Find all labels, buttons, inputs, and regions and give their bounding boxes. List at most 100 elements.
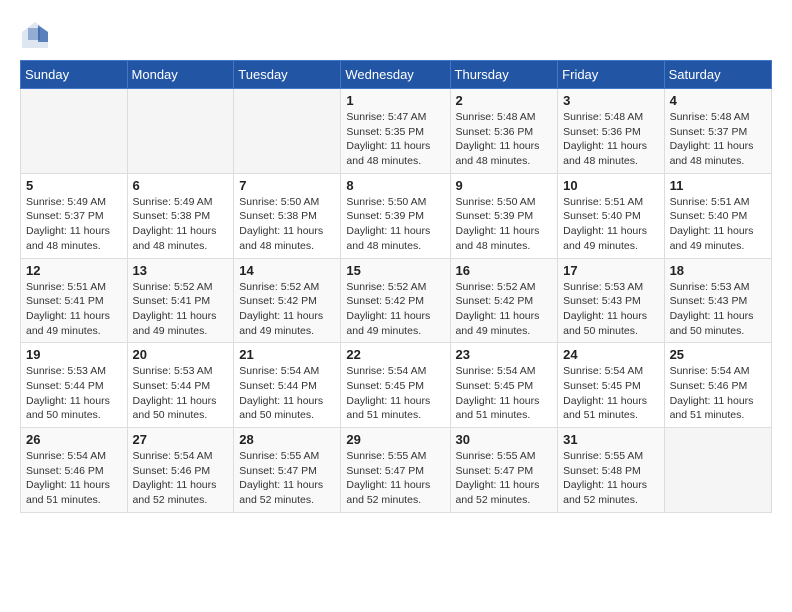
calendar-cell: 19 Sunrise: 5:53 AM Sunset: 5:44 PM Dayli… xyxy=(21,343,128,428)
day-info: Sunrise: 5:55 AM Sunset: 5:47 PM Dayligh… xyxy=(346,449,444,508)
calendar-cell: 7 Sunrise: 5:50 AM Sunset: 5:38 PM Daylig… xyxy=(234,173,341,258)
day-info: Sunrise: 5:52 AM Sunset: 5:42 PM Dayligh… xyxy=(239,280,335,339)
day-info: Sunrise: 5:48 AM Sunset: 5:36 PM Dayligh… xyxy=(456,110,553,169)
header-day-monday: Monday xyxy=(127,61,234,89)
day-number: 1 xyxy=(346,93,444,108)
day-number: 23 xyxy=(456,347,553,362)
day-info: Sunrise: 5:49 AM Sunset: 5:38 PM Dayligh… xyxy=(133,195,229,254)
calendar: SundayMondayTuesdayWednesdayThursdayFrid… xyxy=(20,60,772,513)
logo xyxy=(20,20,54,50)
calendar-cell: 27 Sunrise: 5:54 AM Sunset: 5:46 PM Dayli… xyxy=(127,428,234,513)
calendar-cell: 24 Sunrise: 5:54 AM Sunset: 5:45 PM Dayli… xyxy=(558,343,664,428)
day-info: Sunrise: 5:54 AM Sunset: 5:46 PM Dayligh… xyxy=(26,449,122,508)
header-day-wednesday: Wednesday xyxy=(341,61,450,89)
calendar-cell: 9 Sunrise: 5:50 AM Sunset: 5:39 PM Daylig… xyxy=(450,173,558,258)
day-number: 31 xyxy=(563,432,658,447)
calendar-cell xyxy=(234,89,341,174)
calendar-cell: 3 Sunrise: 5:48 AM Sunset: 5:36 PM Daylig… xyxy=(558,89,664,174)
day-number: 21 xyxy=(239,347,335,362)
day-number: 24 xyxy=(563,347,658,362)
day-number: 17 xyxy=(563,263,658,278)
day-info: Sunrise: 5:50 AM Sunset: 5:38 PM Dayligh… xyxy=(239,195,335,254)
header-day-sunday: Sunday xyxy=(21,61,128,89)
header-day-saturday: Saturday xyxy=(664,61,771,89)
calendar-cell: 11 Sunrise: 5:51 AM Sunset: 5:40 PM Dayli… xyxy=(664,173,771,258)
header xyxy=(20,20,772,50)
calendar-cell: 20 Sunrise: 5:53 AM Sunset: 5:44 PM Dayli… xyxy=(127,343,234,428)
day-number: 25 xyxy=(670,347,766,362)
calendar-cell: 15 Sunrise: 5:52 AM Sunset: 5:42 PM Dayli… xyxy=(341,258,450,343)
calendar-week-row: 5Sunrise: 5:49 AM Sunset: 5:37 PM Daylig… xyxy=(21,173,772,258)
calendar-cell: 16 Sunrise: 5:52 AM Sunset: 5:42 PM Dayli… xyxy=(450,258,558,343)
calendar-cell: 1 Sunrise: 5:47 AM Sunset: 5:35 PM Daylig… xyxy=(341,89,450,174)
day-number: 26 xyxy=(26,432,122,447)
calendar-cell: 10Sunrise: 5:51 AM Sunset: 5:40 PM Dayli… xyxy=(558,173,664,258)
calendar-cell: 12 Sunrise: 5:51 AM Sunset: 5:41 PM Dayli… xyxy=(21,258,128,343)
header-day-thursday: Thursday xyxy=(450,61,558,89)
calendar-cell: 26 Sunrise: 5:54 AM Sunset: 5:46 PM Dayli… xyxy=(21,428,128,513)
day-info: Sunrise: 5:48 AM Sunset: 5:37 PM Dayligh… xyxy=(670,110,766,169)
day-number: 22 xyxy=(346,347,444,362)
calendar-cell: 14 Sunrise: 5:52 AM Sunset: 5:42 PM Dayli… xyxy=(234,258,341,343)
day-info: Sunrise: 5:53 AM Sunset: 5:44 PM Dayligh… xyxy=(26,364,122,423)
day-info: Sunrise: 5:55 AM Sunset: 5:47 PM Dayligh… xyxy=(239,449,335,508)
day-info: Sunrise: 5:51 AM Sunset: 5:40 PM Dayligh… xyxy=(670,195,766,254)
calendar-cell: 6 Sunrise: 5:49 AM Sunset: 5:38 PM Daylig… xyxy=(127,173,234,258)
day-number: 7 xyxy=(239,178,335,193)
day-info: Sunrise: 5:54 AM Sunset: 5:45 PM Dayligh… xyxy=(346,364,444,423)
calendar-week-row: 1 Sunrise: 5:47 AM Sunset: 5:35 PM Daylig… xyxy=(21,89,772,174)
day-number: 4 xyxy=(670,93,766,108)
day-number: 11 xyxy=(670,178,766,193)
day-info: Sunrise: 5:52 AM Sunset: 5:42 PM Dayligh… xyxy=(456,280,553,339)
day-info: Sunrise: 5:52 AM Sunset: 5:41 PM Dayligh… xyxy=(133,280,229,339)
day-number: 29 xyxy=(346,432,444,447)
day-number: 20 xyxy=(133,347,229,362)
header-day-friday: Friday xyxy=(558,61,664,89)
day-info: Sunrise: 5:48 AM Sunset: 5:36 PM Dayligh… xyxy=(563,110,658,169)
day-number: 28 xyxy=(239,432,335,447)
day-number: 27 xyxy=(133,432,229,447)
day-info: Sunrise: 5:50 AM Sunset: 5:39 PM Dayligh… xyxy=(346,195,444,254)
day-info: Sunrise: 5:51 AM Sunset: 5:41 PM Dayligh… xyxy=(26,280,122,339)
day-info: Sunrise: 5:50 AM Sunset: 5:39 PM Dayligh… xyxy=(456,195,553,254)
day-info: Sunrise: 5:51 AM Sunset: 5:40 PM Dayligh… xyxy=(563,195,658,254)
calendar-cell: 8Sunrise: 5:50 AM Sunset: 5:39 PM Daylig… xyxy=(341,173,450,258)
calendar-cell: 4 Sunrise: 5:48 AM Sunset: 5:37 PM Daylig… xyxy=(664,89,771,174)
day-number: 14 xyxy=(239,263,335,278)
day-info: Sunrise: 5:54 AM Sunset: 5:44 PM Dayligh… xyxy=(239,364,335,423)
day-info: Sunrise: 5:49 AM Sunset: 5:37 PM Dayligh… xyxy=(26,195,122,254)
calendar-cell: 23 Sunrise: 5:54 AM Sunset: 5:45 PM Dayli… xyxy=(450,343,558,428)
day-number: 2 xyxy=(456,93,553,108)
calendar-cell: 29 Sunrise: 5:55 AM Sunset: 5:47 PM Dayli… xyxy=(341,428,450,513)
day-number: 19 xyxy=(26,347,122,362)
calendar-cell: 13 Sunrise: 5:52 AM Sunset: 5:41 PM Dayli… xyxy=(127,258,234,343)
calendar-cell xyxy=(127,89,234,174)
day-info: Sunrise: 5:53 AM Sunset: 5:43 PM Dayligh… xyxy=(563,280,658,339)
day-number: 12 xyxy=(26,263,122,278)
day-number: 6 xyxy=(133,178,229,193)
day-number: 16 xyxy=(456,263,553,278)
day-number: 3 xyxy=(563,93,658,108)
calendar-cell: 18Sunrise: 5:53 AM Sunset: 5:43 PM Dayli… xyxy=(664,258,771,343)
day-info: Sunrise: 5:53 AM Sunset: 5:44 PM Dayligh… xyxy=(133,364,229,423)
day-info: Sunrise: 5:54 AM Sunset: 5:46 PM Dayligh… xyxy=(133,449,229,508)
day-info: Sunrise: 5:54 AM Sunset: 5:46 PM Dayligh… xyxy=(670,364,766,423)
calendar-cell: 17 Sunrise: 5:53 AM Sunset: 5:43 PM Dayli… xyxy=(558,258,664,343)
calendar-week-row: 26 Sunrise: 5:54 AM Sunset: 5:46 PM Dayli… xyxy=(21,428,772,513)
day-info: Sunrise: 5:53 AM Sunset: 5:43 PM Dayligh… xyxy=(670,280,766,339)
day-info: Sunrise: 5:47 AM Sunset: 5:35 PM Dayligh… xyxy=(346,110,444,169)
day-info: Sunrise: 5:55 AM Sunset: 5:48 PM Dayligh… xyxy=(563,449,658,508)
day-info: Sunrise: 5:54 AM Sunset: 5:45 PM Dayligh… xyxy=(456,364,553,423)
calendar-cell: 28 Sunrise: 5:55 AM Sunset: 5:47 PM Dayli… xyxy=(234,428,341,513)
day-info: Sunrise: 5:52 AM Sunset: 5:42 PM Dayligh… xyxy=(346,280,444,339)
day-number: 13 xyxy=(133,263,229,278)
day-info: Sunrise: 5:55 AM Sunset: 5:47 PM Dayligh… xyxy=(456,449,553,508)
day-number: 15 xyxy=(346,263,444,278)
day-number: 9 xyxy=(456,178,553,193)
day-info: Sunrise: 5:54 AM Sunset: 5:45 PM Dayligh… xyxy=(563,364,658,423)
calendar-cell xyxy=(21,89,128,174)
calendar-cell: 5Sunrise: 5:49 AM Sunset: 5:37 PM Daylig… xyxy=(21,173,128,258)
header-day-tuesday: Tuesday xyxy=(234,61,341,89)
calendar-cell: 30Sunrise: 5:55 AM Sunset: 5:47 PM Dayli… xyxy=(450,428,558,513)
calendar-cell xyxy=(664,428,771,513)
